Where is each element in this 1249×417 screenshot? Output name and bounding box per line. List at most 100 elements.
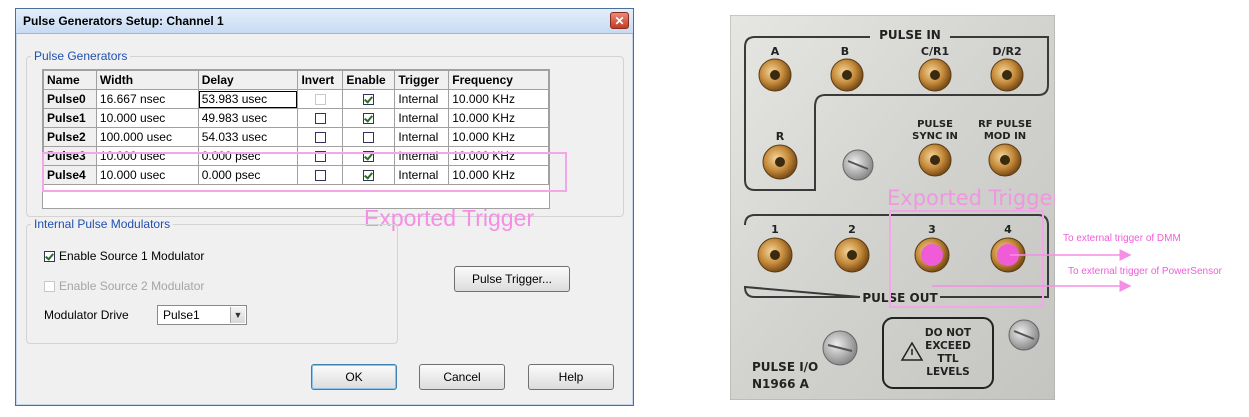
cancel-button[interactable]: Cancel (419, 364, 505, 390)
chevron-down-icon[interactable]: ▼ (230, 307, 245, 323)
pulse-invert-cell[interactable] (297, 108, 344, 128)
col-width[interactable]: Width (95, 70, 199, 90)
pulse-frequency-cell[interactable]: 10.000 KHz (448, 146, 549, 166)
warning-line-4: LEVELS (926, 366, 969, 378)
pulse-row[interactable]: Pulse0 16.667 nsec 53.983 usec Internal 10.0… (43, 89, 549, 109)
pulse-name-cell[interactable]: Pulse0 (43, 89, 97, 109)
pulse-invert-cell[interactable] (297, 165, 344, 185)
pulse-in-title: PULSE IN (879, 28, 941, 42)
warning-line-2: EXCEED (925, 340, 971, 352)
rf-mod-label-1: RF PULSE (978, 119, 1032, 130)
pulse-frequency-cell[interactable]: 10.000 KHz (448, 165, 549, 185)
invert-checkbox[interactable] (314, 94, 326, 106)
pulse-generators-grid[interactable]: Name Width Delay Invert Enable Trigger F… (42, 69, 550, 209)
input-b-label: B (841, 45, 849, 58)
modulator-drive-select[interactable]: Pulse1 ▼ (157, 305, 247, 325)
model-line-2: N1966 A (752, 377, 810, 391)
pulse-generators-legend: Pulse Generators (34, 49, 128, 63)
pulse-generators-dialog: Pulse Generators Setup: Channel 1 ✕ Puls… (15, 8, 634, 406)
pulse-invert-cell[interactable] (297, 146, 344, 166)
input-r-label: R (776, 130, 785, 143)
pulse-delay-cell[interactable]: 0.000 psec (197, 165, 299, 185)
trigger-arrows: To external trigger of DMM To external t… (932, 233, 1223, 292)
pulse-trigger-button[interactable]: Pulse Trigger... (454, 266, 570, 292)
pulse-trigger-cell[interactable]: Internal (394, 127, 450, 147)
modulators-legend: Internal Pulse Modulators (34, 217, 171, 231)
model-line-1: PULSE I/O (752, 360, 818, 374)
pulse-invert-cell[interactable] (297, 89, 344, 109)
warning-line-3: TTL (937, 353, 959, 365)
help-button[interactable]: Help (528, 364, 614, 390)
col-enable[interactable]: Enable (342, 70, 396, 90)
pulse-frequency-cell[interactable]: 10.000 KHz (448, 89, 549, 109)
pulse-sync-label-2: SYNC IN (912, 131, 958, 142)
pulse-delay-cell[interactable]: 53.983 usec (197, 89, 299, 109)
dialog-title: Pulse Generators Setup: Channel 1 (23, 14, 224, 28)
enable-checkbox[interactable] (363, 113, 375, 125)
connector-b-pin (842, 70, 852, 80)
source2-check-icon (44, 280, 55, 292)
warning-line-1: DO NOT (925, 327, 972, 339)
pulse-enable-cell[interactable] (342, 165, 396, 185)
col-trigger[interactable]: Trigger (394, 70, 450, 90)
enable-checkbox[interactable] (363, 132, 375, 144)
source1-modulator-checkbox[interactable]: Enable Source 1 Modulator (44, 249, 204, 263)
arrow-dmm-label: To external trigger of DMM (1063, 233, 1181, 244)
col-frequency[interactable]: Frequency (448, 70, 549, 90)
pulse-frequency-cell[interactable]: 10.000 KHz (448, 108, 549, 128)
source2-label: Enable Source 2 Modulator (59, 279, 205, 293)
invert-checkbox[interactable] (314, 113, 326, 125)
col-name[interactable]: Name (43, 70, 97, 90)
source2-modulator-checkbox: Enable Source 2 Modulator (44, 279, 204, 293)
pulse-width-cell[interactable]: 16.667 nsec (95, 89, 199, 109)
title-bar[interactable]: Pulse Generators Setup: Channel 1 ✕ (16, 9, 633, 34)
pulse-trigger-cell[interactable]: Internal (394, 165, 450, 185)
rf-mod-label-2: MOD IN (984, 131, 1026, 142)
pulse-sync-label-1: PULSE (917, 119, 953, 130)
output-1-label: 1 (771, 223, 779, 236)
pulse-delay-cell[interactable]: 54.033 usec (197, 127, 299, 147)
pulse-name-cell[interactable]: Pulse1 (43, 108, 97, 128)
source1-check-icon[interactable] (44, 250, 55, 262)
pulse-name-cell[interactable]: Pulse4 (43, 165, 97, 185)
pulse-enable-cell[interactable] (342, 146, 396, 166)
pulse-width-cell[interactable]: 10.000 usec (95, 165, 199, 185)
close-button[interactable]: ✕ (610, 12, 629, 29)
enable-checkbox[interactable] (363, 151, 375, 163)
col-invert[interactable]: Invert (297, 70, 344, 90)
pulse-row[interactable]: Pulse2 100.000 usec 54.033 usec Internal 10.… (43, 127, 549, 147)
connector-a-pin (770, 70, 780, 80)
invert-checkbox[interactable] (314, 170, 326, 182)
pulse-trigger-cell[interactable]: Internal (394, 89, 450, 109)
pulse-invert-cell[interactable] (297, 127, 344, 147)
pulse-width-cell[interactable]: 10.000 usec (95, 146, 199, 166)
close-icon: ✕ (614, 14, 625, 28)
pulse-width-cell[interactable]: 100.000 usec (95, 127, 199, 147)
invert-checkbox[interactable] (314, 151, 326, 163)
pulse-trigger-cell[interactable]: Internal (394, 108, 450, 128)
pulse-frequency-cell[interactable]: 10.000 KHz (448, 127, 549, 147)
input-c-label: C/R1 (921, 45, 949, 58)
pulse-row[interactable]: Pulse4 10.000 usec 0.000 psec Internal 10.00… (43, 165, 549, 185)
pulse-enable-cell[interactable] (342, 108, 396, 128)
col-delay[interactable]: Delay (197, 70, 299, 90)
pulse-name-cell[interactable]: Pulse3 (43, 146, 97, 166)
invert-checkbox[interactable] (314, 132, 326, 144)
pulse-row[interactable]: Pulse3 10.000 usec 0.000 psec Internal 10.00… (43, 146, 549, 166)
panel-exported-trigger-label: Exported Trigger (887, 186, 1055, 210)
pulse-row[interactable]: Pulse1 10.000 usec 49.983 usec Internal 10.0… (43, 108, 549, 128)
pulse-name-cell[interactable]: Pulse2 (43, 127, 97, 147)
arrow-power-label: To external trigger of PowerSensor (1068, 266, 1223, 277)
enable-checkbox[interactable] (363, 94, 375, 106)
pulse-width-cell[interactable]: 10.000 usec (95, 108, 199, 128)
pulse-enable-cell[interactable] (342, 89, 396, 109)
ok-button[interactable]: OK (311, 364, 397, 390)
connector-d-pin (1002, 70, 1012, 80)
source1-label: Enable Source 1 Modulator (59, 249, 205, 263)
pulse-delay-cell[interactable]: 49.983 usec (197, 108, 299, 128)
pulse-delay-cell[interactable]: 0.000 psec (197, 146, 299, 166)
input-a-label: A (771, 45, 780, 58)
enable-checkbox[interactable] (363, 170, 375, 182)
pulse-trigger-cell[interactable]: Internal (394, 146, 450, 166)
pulse-enable-cell[interactable] (342, 127, 396, 147)
